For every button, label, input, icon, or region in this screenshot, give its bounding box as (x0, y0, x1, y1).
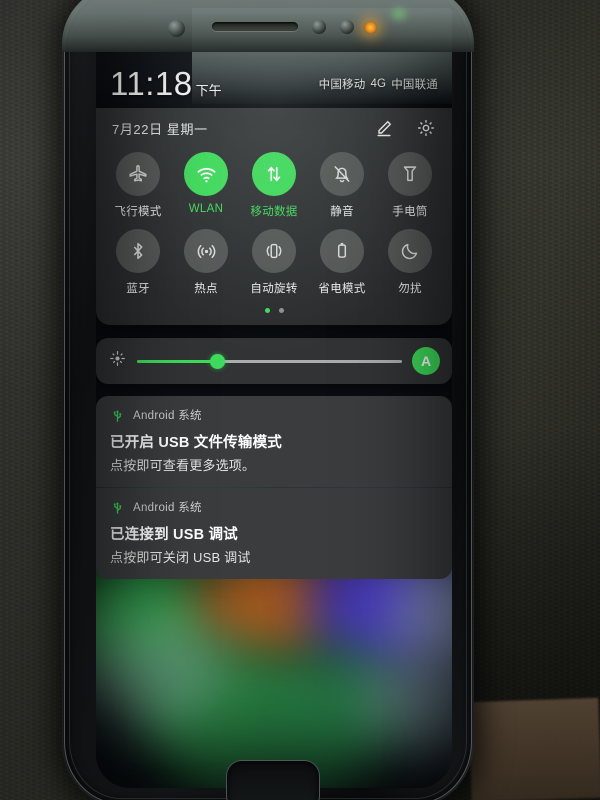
tile-bluetooth[interactable]: 蓝牙 (104, 229, 172, 296)
quick-settings-tile-grid: 飞行模式 WLAN 移动数据 静音 手电筒 蓝牙 热点 自动旋转 省电模式 勿扰 (96, 144, 452, 300)
earpiece-speaker (212, 22, 298, 31)
table-edge (468, 697, 600, 800)
tile-label: 蓝牙 (126, 283, 150, 295)
auto-brightness-button[interactable]: A (412, 347, 440, 375)
battery-saver-icon (337, 242, 347, 258)
notification-stack: Android 系统 已开启 USB 文件传输模式 点按即可查看更多选项。 An… (96, 396, 452, 579)
home-button[interactable] (226, 760, 320, 800)
page-indicator (96, 300, 452, 315)
quick-settings-panel: 7月22日 星期一 飞行模式 WLAN 移动数据 静音 手电筒 蓝牙 热点 自动… (96, 108, 452, 325)
brightness-card: A (96, 338, 452, 384)
tile-label: 静音 (330, 206, 354, 218)
status-clock: 11:18 下午 (110, 65, 222, 103)
notification-header: Android 系统 (110, 499, 438, 515)
status-carriers: 中国移动 4G 中国联通 (319, 76, 438, 92)
bell-muted-icon (334, 166, 350, 183)
carrier-1-label: 中国移动 (318, 79, 366, 91)
tile-mute[interactable]: 静音 (308, 152, 376, 219)
flashlight-icon (403, 166, 417, 182)
page-dot-1[interactable] (264, 308, 270, 313)
clock-time: 11:18 (110, 65, 193, 102)
notification-title: 已连接到 USB 调试 (110, 527, 238, 543)
tile-label: 移动数据 (250, 206, 298, 218)
brightness-sun-icon (108, 349, 127, 373)
tile-wlan[interactable]: WLAN (172, 152, 240, 219)
tile-label: 手电筒 (392, 206, 428, 218)
usb-icon (113, 409, 122, 422)
tile-hotspot[interactable]: 热点 (172, 229, 240, 296)
clock-ampm: 下午 (195, 83, 222, 98)
tile-flashlight[interactable]: 手电筒 (376, 152, 444, 219)
light-sensor (340, 20, 354, 34)
auto-rotate-icon (266, 243, 282, 259)
tile-label: 自动旋转 (250, 283, 298, 295)
notification-app-name: Android 系统 (133, 502, 202, 514)
bluetooth-icon (133, 242, 143, 260)
tile-icon-wrap (252, 229, 296, 273)
tile-icon-wrap (320, 229, 364, 273)
notification-header: Android 系统 (110, 407, 438, 423)
network-type-label: 4G (370, 78, 387, 90)
tile-do-not-disturb[interactable]: 勿扰 (376, 229, 444, 296)
photo-background: 11:18 下午 中国移动 4G 中国联通 7月22日 星期一 飞行模式 WLA… (0, 0, 600, 800)
slider-thumb[interactable] (209, 353, 225, 369)
notification-app-name: Android 系统 (133, 410, 202, 422)
status-bar: 11:18 下午 中国移动 4G 中国联通 (96, 60, 452, 108)
quick-settings-header: 7月22日 星期一 (96, 108, 452, 144)
tile-icon-wrap (116, 152, 160, 196)
phone-screen: 11:18 下午 中国移动 4G 中国联通 7月22日 星期一 飞行模式 WLA… (96, 4, 452, 788)
slider-fill (137, 359, 217, 363)
pencil-edit-icon[interactable] (374, 118, 394, 138)
notification-led (364, 21, 377, 34)
notification-title: 已开启 USB 文件传输模式 (110, 435, 282, 451)
tile-icon-wrap (388, 229, 432, 273)
tile-icon-wrap (252, 152, 296, 196)
notification-body: 点按即可查看更多选项。 (110, 458, 256, 473)
tile-icon-wrap (116, 229, 160, 273)
gear-icon[interactable] (416, 118, 436, 138)
tile-icon-wrap (184, 152, 228, 196)
notification-card[interactable]: Android 系统 已开启 USB 文件传输模式 点按即可查看更多选项。 (96, 396, 452, 487)
airplane-icon (129, 165, 147, 182)
auto-brightness-label: A (420, 353, 432, 369)
date-label: 7月22日 星期一 (112, 121, 208, 137)
mobile-data-icon (267, 166, 281, 182)
tile-icon-wrap (184, 229, 228, 273)
tile-airplane-mode[interactable]: 飞行模式 (104, 152, 172, 219)
carrier-2-label: 中国联通 (391, 79, 438, 91)
tile-mobile-data[interactable]: 移动数据 (240, 152, 308, 219)
notification-card[interactable]: Android 系统 已连接到 USB 调试 点按即可关闭 USB 调试 (96, 488, 452, 579)
tile-icon-wrap (320, 152, 364, 196)
bezel-glow (386, 6, 412, 22)
notification-body: 点按即可关闭 USB 调试 (110, 550, 251, 565)
tile-label: WLAN (188, 203, 224, 215)
tile-battery-saver[interactable]: 省电模式 (308, 229, 376, 296)
tile-label: 热点 (194, 283, 218, 295)
wifi-icon (196, 167, 216, 182)
page-dot-2[interactable] (278, 308, 284, 313)
moon-icon (401, 243, 418, 260)
tile-icon-wrap (388, 152, 432, 196)
tile-label: 勿扰 (398, 283, 422, 295)
tile-label: 飞行模式 (114, 206, 162, 218)
tile-label: 省电模式 (318, 283, 366, 295)
tile-auto-rotate[interactable]: 自动旋转 (240, 229, 308, 296)
proximity-sensor (312, 20, 326, 34)
brightness-slider[interactable] (137, 352, 402, 370)
usb-icon (113, 501, 122, 514)
hotspot-icon (197, 244, 215, 258)
front-camera (168, 20, 185, 37)
